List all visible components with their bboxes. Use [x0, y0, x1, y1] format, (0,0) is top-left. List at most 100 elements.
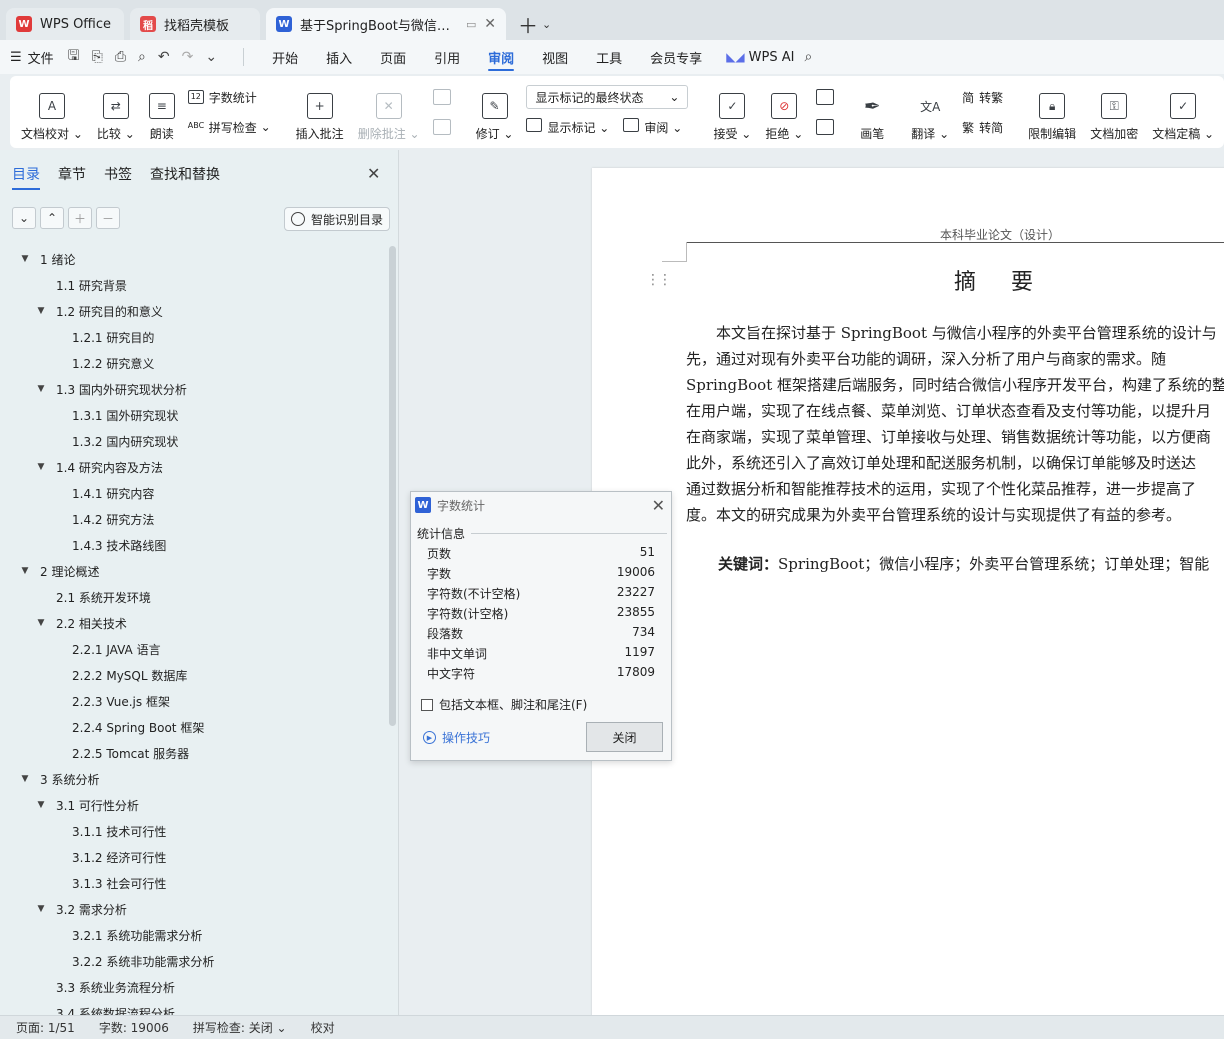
toc-item[interactable]: 2.1 系统开发环境 — [0, 584, 390, 610]
undo-icon[interactable]: ↶ — [158, 49, 170, 65]
close-icon[interactable]: ✕ — [652, 496, 665, 515]
toc-item[interactable]: 3.1.2 经济可行性 — [0, 844, 390, 870]
tab-page[interactable]: 页面 — [366, 40, 420, 74]
monitor-icon[interactable]: ▭ — [466, 18, 476, 31]
pen-button[interactable]: ✒ 画笔 — [852, 82, 892, 142]
smart-toc-button[interactable]: 智能识别目录 — [284, 207, 391, 231]
reject-button[interactable]: ⊘ 拒绝 ⌄ — [758, 82, 810, 142]
toc-item[interactable]: 3.2.2 系统非功能需求分析 — [0, 948, 390, 974]
toc-item[interactable]: 3.3 系统业务流程分析 — [0, 974, 390, 1000]
toc-item[interactable]: ▼ 2 理论概述 — [0, 558, 390, 584]
remove-level-button[interactable]: － — [96, 207, 120, 229]
restrict-edit-button[interactable]: 🔒︎ 限制编辑 — [1021, 82, 1083, 142]
share-icon[interactable]: ⎘ — [92, 49, 103, 65]
status-spell[interactable]: 拼写检查: 关闭 ⌄ — [193, 1019, 287, 1036]
redo-icon[interactable]: ↷ — [182, 49, 194, 65]
add-level-button[interactable]: ＋ — [68, 207, 92, 229]
collapse-triangle-icon[interactable]: ▼ — [34, 904, 48, 914]
toc-item[interactable]: ▼ 2.2 相关技术 — [0, 610, 390, 636]
toc-item[interactable]: 2.2.5 Tomcat 服务器 — [0, 740, 390, 766]
to-simplified-button[interactable]: 繁转简 — [962, 115, 1003, 139]
toc-item[interactable]: ▼ 3.1 可行性分析 — [0, 792, 390, 818]
markup-select[interactable]: 显示标记的最终状态 ⌄ — [526, 85, 689, 109]
toc-item[interactable]: ▼ 1.2 研究目的和意义 — [0, 298, 390, 324]
nav-tab-toc[interactable]: 目录 — [12, 164, 40, 190]
spell-check-button[interactable]: ABC 拼写检查 ⌄ — [188, 115, 271, 139]
toc-item[interactable]: 2.2.3 Vue.js 框架 — [0, 688, 390, 714]
next-comment-button[interactable] — [432, 115, 451, 139]
chevron-down-icon[interactable]: ⌄ — [205, 49, 217, 65]
collapse-triangle-icon[interactable]: ▼ — [18, 566, 32, 576]
new-tab-button[interactable]: ＋ ⌄ — [512, 8, 557, 40]
nav-tab-chapters[interactable]: 章节 — [58, 164, 86, 190]
collapse-triangle-icon[interactable]: ▼ — [34, 384, 48, 394]
read-aloud-button[interactable]: ≡ 朗读 — [142, 82, 182, 142]
toc-item[interactable]: 1.3.1 国外研究现状 — [0, 402, 390, 428]
expand-down-button[interactable]: ⌄ — [12, 207, 36, 229]
close-button[interactable]: 关闭 — [586, 722, 663, 752]
toc-item[interactable]: 1.4.2 研究方法 — [0, 506, 390, 532]
tab-insert[interactable]: 插入 — [312, 40, 366, 74]
word-count-button[interactable]: 12 字数统计 — [187, 85, 271, 109]
toc-item[interactable]: ▼ 1.3 国内外研究现状分析 — [0, 376, 390, 402]
next-change-button[interactable] — [816, 115, 835, 139]
tab-tools[interactable]: 工具 — [582, 40, 636, 74]
tab-review[interactable]: 审阅 — [474, 40, 528, 74]
doc-check-button[interactable]: A 文档校对 ⌄ — [14, 82, 90, 142]
encrypt-button[interactable]: ⚿ 文档加密 — [1083, 82, 1145, 142]
toc-item[interactable]: ▼ 3.2 需求分析 — [0, 896, 390, 922]
tab-wps-office[interactable]: W WPS Office — [6, 8, 124, 40]
toc-item[interactable]: 1.2.1 研究目的 — [0, 324, 390, 350]
tips-link[interactable]: ▶ 操作技巧 — [423, 729, 490, 746]
tab-home[interactable]: 开始 — [258, 40, 312, 74]
include-textbox-checkbox[interactable]: 包括文本框、脚注和尾注(F) — [421, 696, 587, 713]
chevron-down-icon[interactable]: ⌄ — [542, 18, 551, 31]
translate-button[interactable]: 文A 翻译 ⌄ — [904, 82, 956, 142]
prev-comment-button[interactable] — [432, 85, 451, 109]
print-icon[interactable]: ⎙ — [115, 49, 126, 65]
collapse-triangle-icon[interactable]: ▼ — [34, 800, 48, 810]
show-markup-button[interactable]: 显示标记 ⌄ — [526, 118, 609, 136]
revise-button[interactable]: ✎ 修订 ⌄ — [469, 82, 521, 142]
accept-button[interactable]: ✓ 接受 ⌄ — [706, 82, 758, 142]
toc-item[interactable]: 1.1 研究背景 — [0, 272, 390, 298]
toc-item[interactable]: ▼ 3 系统分析 — [0, 766, 390, 792]
insert-comment-button[interactable]: + 插入批注 — [289, 82, 351, 142]
toc-item[interactable]: 2.2.2 MySQL 数据库 — [0, 662, 390, 688]
print-preview-icon[interactable]: ⌕ — [138, 49, 146, 65]
tab-references[interactable]: 引用 — [420, 40, 474, 74]
checkbox-icon[interactable] — [421, 698, 433, 711]
toc-item[interactable]: 2.2.4 Spring Boot 框架 — [0, 714, 390, 740]
toc-item[interactable]: 3.1.3 社会可行性 — [0, 870, 390, 896]
toc-item[interactable]: 1.2.2 研究意义 — [0, 350, 390, 376]
finalize-button[interactable]: ✓ 文档定稿 ⌄ — [1145, 82, 1221, 142]
collapse-triangle-icon[interactable]: ▼ — [34, 306, 48, 316]
status-page[interactable]: 页面: 1/51 — [16, 1019, 75, 1036]
tab-docer-templates[interactable]: 稻 找稻壳模板 — [130, 8, 260, 40]
delete-comment-button[interactable]: ✕ 删除批注 ⌄ — [351, 82, 427, 142]
wps-ai-button[interactable]: ◣◢ WPS AI — [726, 50, 794, 65]
toc-item[interactable]: 1.3.2 国内研究现状 — [0, 428, 390, 454]
toc-scrollbar[interactable] — [389, 246, 396, 726]
collapse-triangle-icon[interactable]: ▼ — [34, 462, 48, 472]
toc-item[interactable]: ▼ 1.4 研究内容及方法 — [0, 454, 390, 480]
toc-item[interactable]: 3.2.1 系统功能需求分析 — [0, 922, 390, 948]
file-menu[interactable]: ☰ 文件 — [10, 48, 54, 67]
compare-button[interactable]: ⇄ 比较 ⌄ — [90, 82, 142, 142]
tab-member[interactable]: 会员专享 — [636, 40, 716, 74]
toc-item[interactable]: 1.4.3 技术路线图 — [0, 532, 390, 558]
status-proof[interactable]: 校对 — [311, 1019, 335, 1036]
toc-item[interactable]: 1.4.1 研究内容 — [0, 480, 390, 506]
tab-current-document[interactable]: W 基于SpringBoot与微信小程序 ▭ ✕ — [266, 8, 506, 40]
review-pane-button[interactable]: 审阅 ⌄ — [623, 118, 682, 136]
toc-item[interactable]: ▼ 1 绪论 — [0, 246, 390, 272]
toc-item[interactable]: 3.1.1 技术可行性 — [0, 818, 390, 844]
close-tab-icon[interactable]: ✕ — [484, 16, 496, 32]
tab-view[interactable]: 视图 — [528, 40, 582, 74]
collapse-triangle-icon[interactable]: ▼ — [34, 618, 48, 628]
collapse-up-button[interactable]: ⌃ — [40, 207, 64, 229]
close-pane-icon[interactable]: ✕ — [367, 164, 380, 183]
status-words[interactable]: 字数: 19006 — [99, 1019, 169, 1036]
collapse-triangle-icon[interactable]: ▼ — [18, 774, 32, 784]
toc-item[interactable]: 2.2.1 JAVA 语言 — [0, 636, 390, 662]
